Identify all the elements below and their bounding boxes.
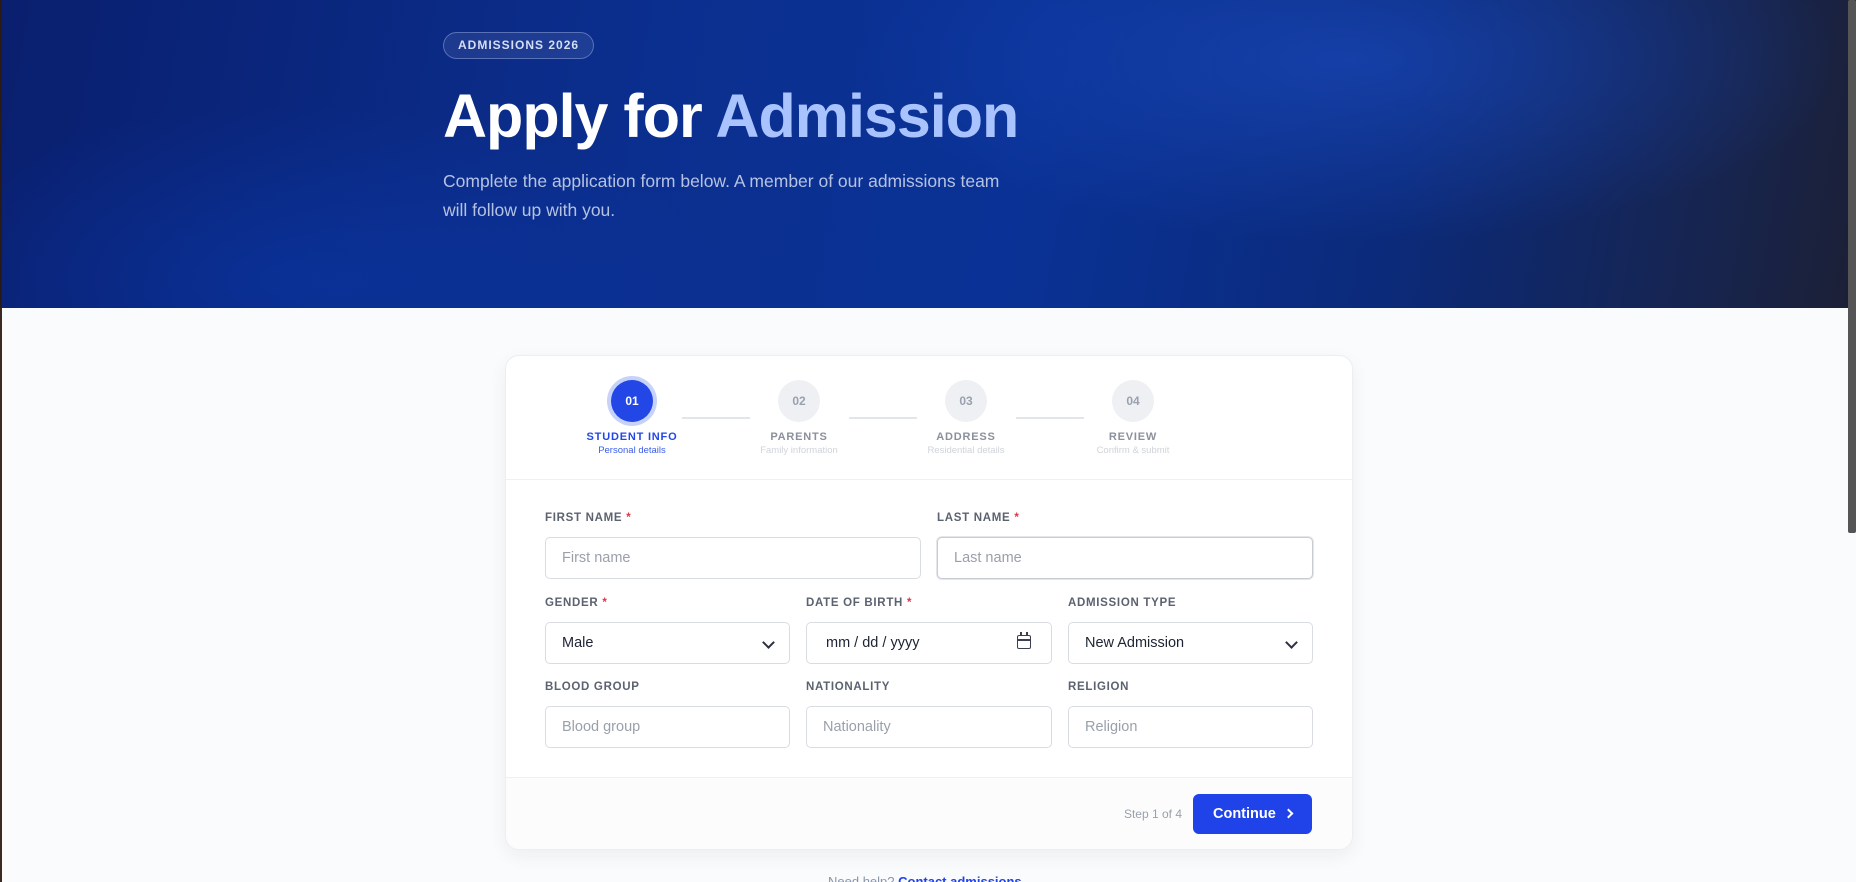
first-name-group: FIRST NAME * First name (545, 512, 921, 579)
religion-group: RELIGION Religion (1068, 681, 1313, 748)
blood-group-input[interactable]: Blood group (545, 706, 790, 748)
help-note: Need help? Contact admissions (828, 874, 1022, 882)
step-counter: Step 1 of 4 (1123, 807, 1182, 821)
blood-group-group: BLOOD GROUP Blood group (545, 681, 790, 748)
step-address[interactable]: 03 ADDRESS Residential details (906, 380, 1026, 456)
required-mark: * (1014, 512, 1020, 524)
step-label: PARENTS (770, 431, 828, 443)
window-edge (0, 308, 2, 882)
title-main: Apply for (443, 82, 716, 150)
step-description: Personal details (598, 445, 666, 456)
dob-input[interactable]: mm / dd / yyyy (806, 622, 1052, 664)
gender-label: GENDER * (545, 597, 790, 613)
blood-group-label: BLOOD GROUP (545, 681, 640, 693)
nationality-input[interactable]: Nationality (806, 706, 1052, 748)
step-number: 02 (778, 380, 820, 422)
title-accent: Admission (715, 82, 1019, 150)
step-student-info[interactable]: 01 STUDENT INFO Personal details (572, 380, 692, 456)
step-number: 01 (611, 380, 653, 422)
step-label: ADDRESS (936, 431, 996, 443)
chevron-right-icon (1283, 808, 1294, 819)
admission-type-group: ADMISSION TYPE New Admission (1068, 597, 1313, 664)
admission-type-select[interactable]: New Admission (1068, 622, 1313, 664)
last-name-label: LAST NAME * (937, 512, 1313, 528)
dob-label-text: DATE OF BIRTH (806, 597, 904, 609)
gender-value: Male (562, 635, 594, 651)
page-subtitle: Complete the application form below. A m… (443, 171, 1000, 220)
step-label: REVIEW (1108, 431, 1158, 443)
step-description: Confirm & submit (1096, 445, 1170, 456)
first-name-label: FIRST NAME * (545, 512, 921, 528)
step-number: 04 (1112, 380, 1154, 422)
continue-label: Continue (1213, 806, 1276, 822)
nationality-label: NATIONALITY (806, 681, 891, 693)
progress-stepper: 01 STUDENT INFO Personal details 02 PARE… (506, 356, 1352, 480)
religion-label: RELIGION (1068, 681, 1130, 693)
last-name-group: LAST NAME * Last name (937, 512, 1313, 579)
hero-content: ADMISSIONS 2026 Apply for Admission Comp… (443, 32, 1019, 225)
last-name-label-text: LAST NAME (937, 512, 1011, 524)
nationality-group: NATIONALITY Nationality (806, 681, 1052, 748)
page-scrollbar[interactable] (1848, 0, 1856, 533)
first-name-input[interactable]: First name (545, 537, 921, 579)
religion-input[interactable]: Religion (1068, 706, 1313, 748)
page-title: Apply for Admission (443, 76, 1019, 156)
help-question: Need help? (828, 874, 895, 882)
last-name-input[interactable]: Last name (937, 537, 1313, 579)
dob-value: mm / dd / yyyy (826, 635, 920, 651)
required-mark: * (626, 512, 632, 524)
gender-select[interactable]: Male (545, 622, 790, 664)
chevron-down-icon (1285, 636, 1298, 649)
hero-banner: ADMISSIONS 2026 Apply for Admission Comp… (0, 0, 1856, 308)
first-name-label-text: FIRST NAME (545, 512, 623, 524)
required-mark: * (907, 597, 913, 609)
gender-label-text: GENDER (545, 597, 599, 609)
chevron-down-icon (762, 636, 775, 649)
step-label: STUDENT INFO (586, 431, 678, 443)
step-description: Family information (760, 445, 838, 456)
dob-label: DATE OF BIRTH * (806, 597, 1052, 613)
calendar-icon[interactable] (1017, 632, 1031, 649)
continue-button[interactable]: Continue (1193, 794, 1312, 834)
step-number: 03 (945, 380, 987, 422)
gender-group: GENDER * Male (545, 597, 790, 664)
step-review[interactable]: 04 REVIEW Confirm & submit (1073, 380, 1193, 456)
required-mark: * (602, 597, 608, 609)
admission-type-label: ADMISSION TYPE (1068, 597, 1177, 609)
dob-group: DATE OF BIRTH * mm / dd / yyyy (806, 597, 1052, 664)
admissions-badge: ADMISSIONS 2026 (443, 32, 595, 59)
step-parents[interactable]: 02 PARENTS Family information (739, 380, 859, 456)
admission-type-value: New Admission (1085, 635, 1185, 651)
step-description: Residential details (927, 445, 1005, 456)
contact-admissions-link[interactable]: Contact admissions (898, 874, 1022, 882)
form-footer: Step 1 of 4 Continue (506, 777, 1352, 849)
application-form-card: 01 STUDENT INFO Personal details 02 PARE… (505, 355, 1353, 850)
